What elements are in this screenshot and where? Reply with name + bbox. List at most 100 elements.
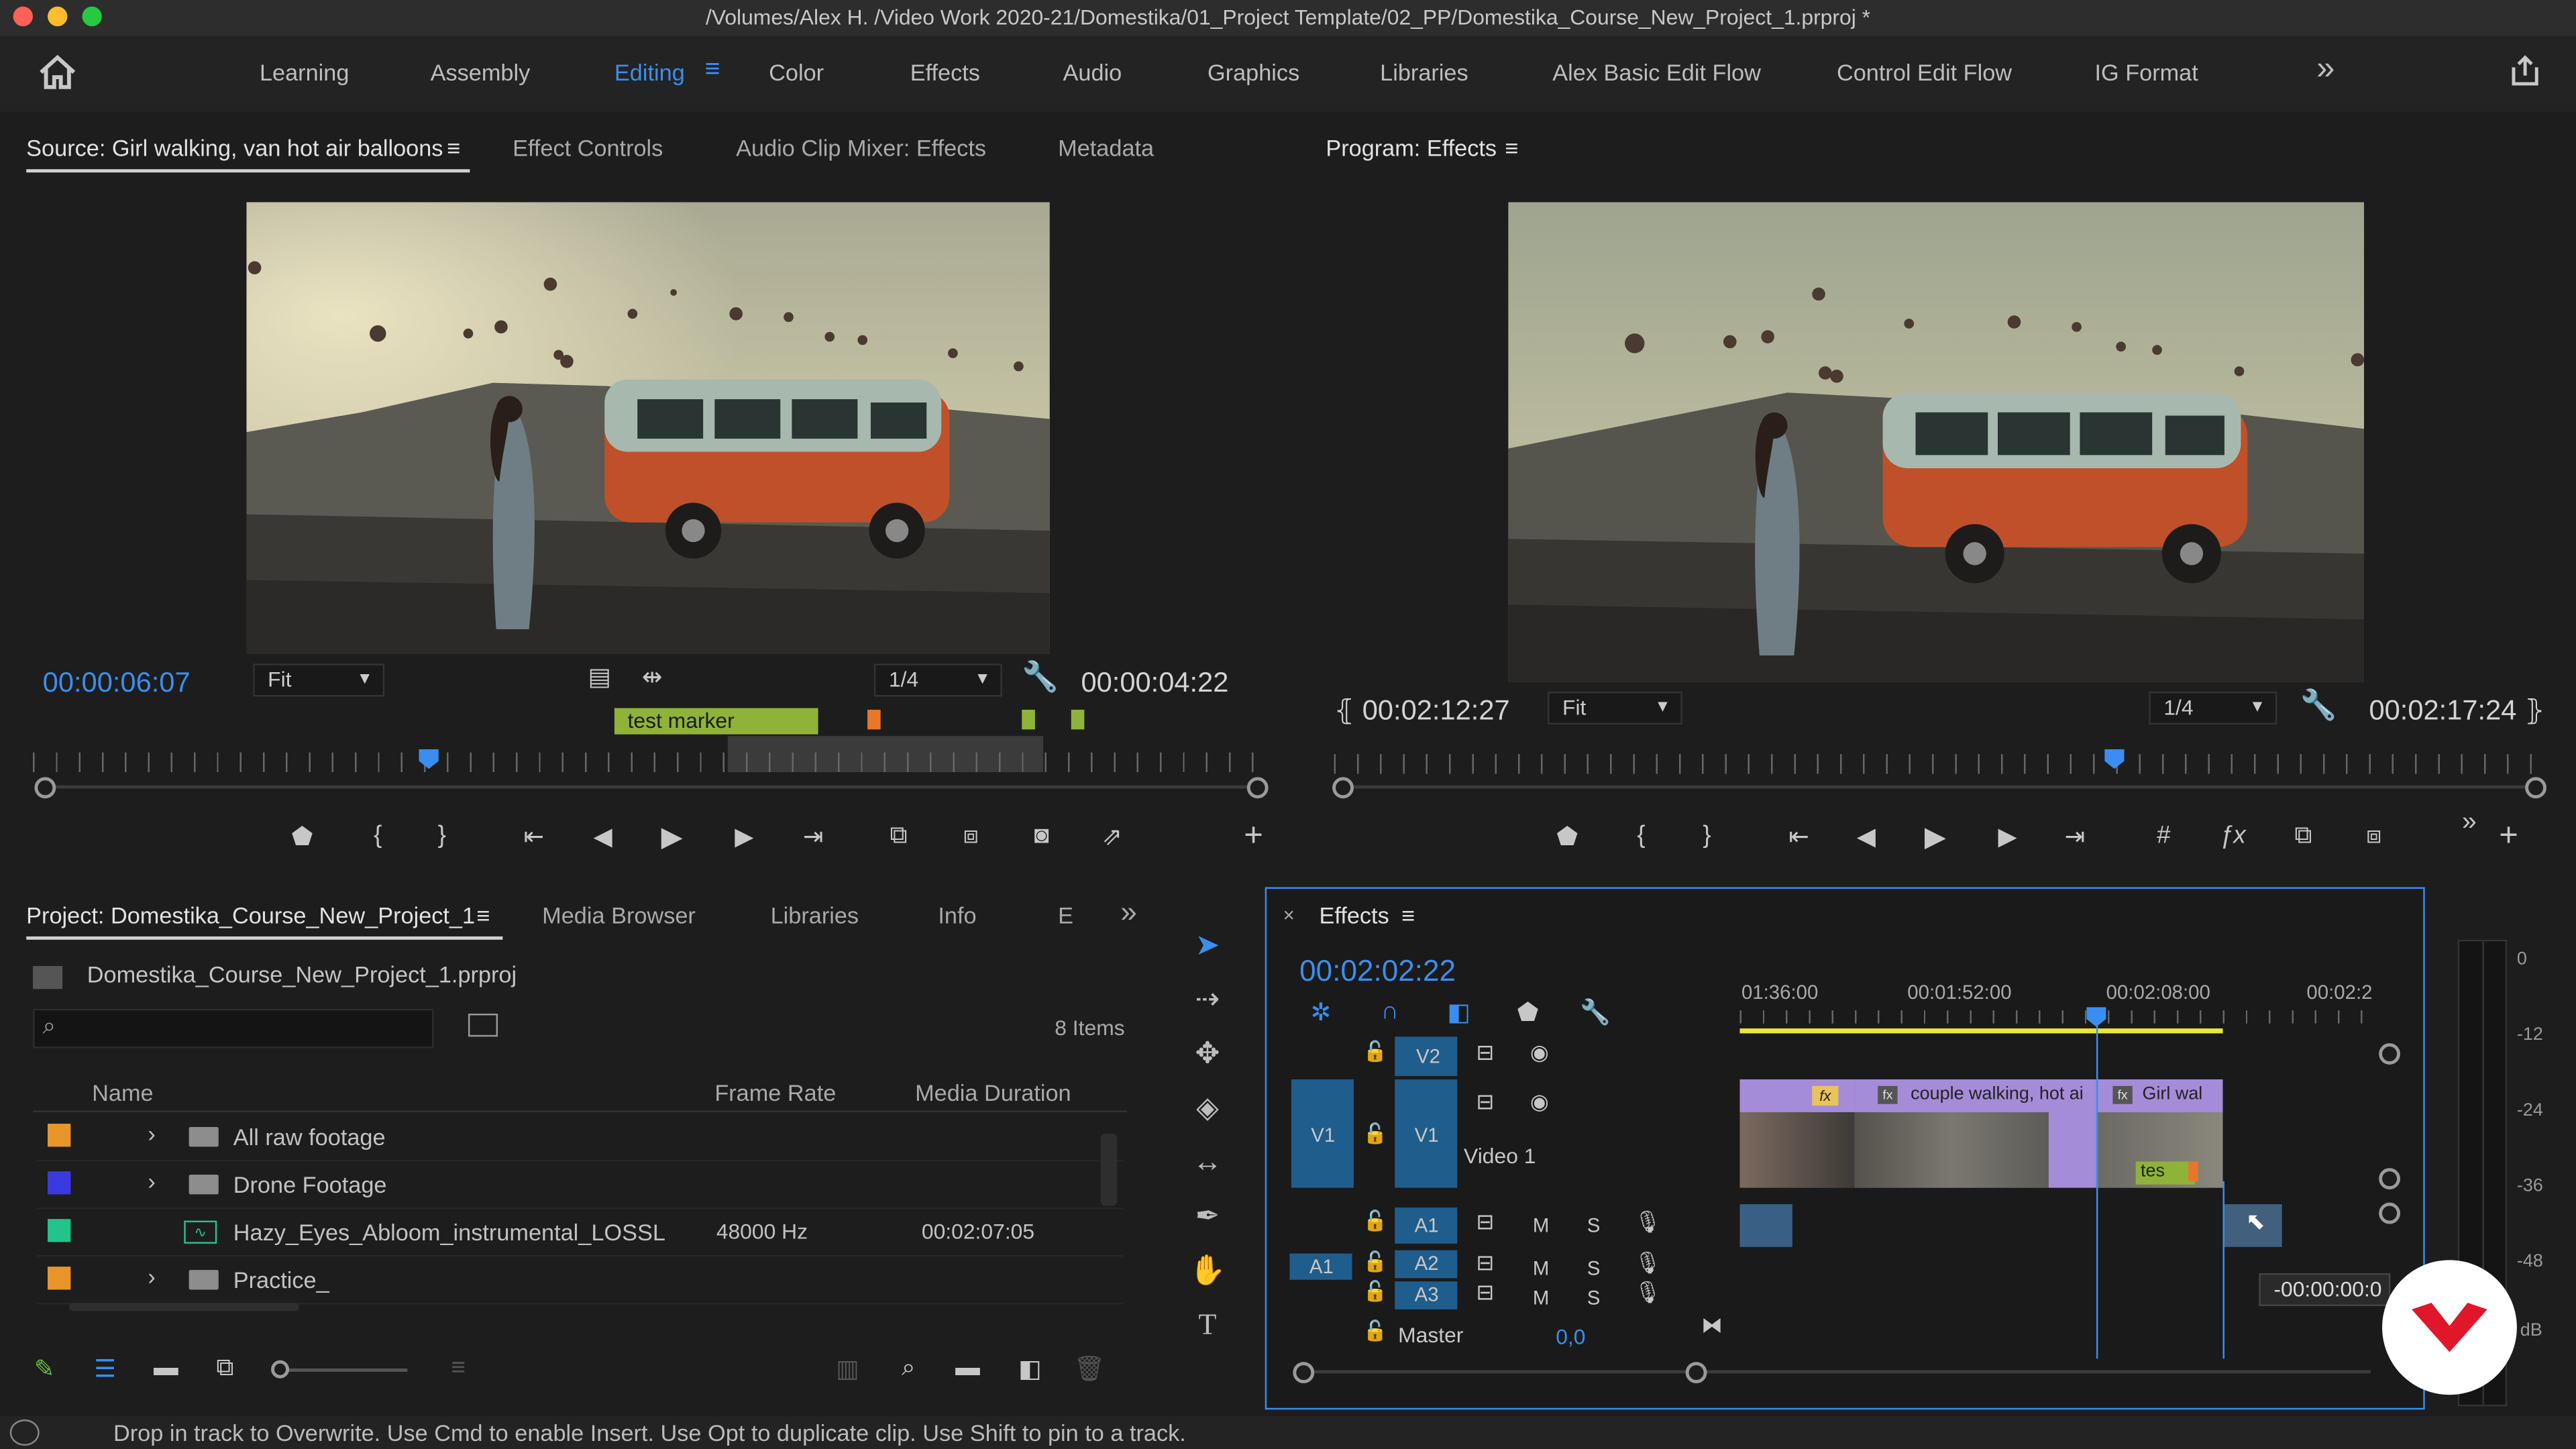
workspace-graphics[interactable]: Graphics [1208,59,1299,85]
solo-button[interactable]: S [1587,1287,1601,1309]
zoom-handle-right[interactable] [1246,777,1269,799]
test-marker[interactable]: test marker [614,708,818,735]
workspace-menu-icon[interactable]: ≡ [705,56,720,85]
automate-icon[interactable]: ▥ [830,1354,866,1383]
icon-view-icon[interactable]: ▬ [148,1354,184,1382]
a1-source-patch[interactable]: A1 [1289,1253,1352,1280]
microphone-icon[interactable]: 🎙 [1629,1250,1666,1277]
home-icon[interactable] [36,52,79,100]
scroll-handle[interactable] [2379,1168,2400,1190]
workspace-alex-basic-edit-flow[interactable]: Alex Basic Edit Flow [1552,59,1761,85]
lock-icon[interactable]: 🔓 [1357,1250,1393,1273]
source-timecode[interactable]: 00:00:06:07 [43,667,191,700]
tab-program[interactable]: Program: Effects [1326,135,1497,161]
microphone-icon[interactable]: 🎙 [1629,1209,1666,1235]
timeline-settings-icon[interactable]: 🔧 [1577,998,1613,1027]
zoom-handle-right[interactable] [1685,1362,1707,1384]
pencil-icon[interactable]: ✎ [26,1354,62,1383]
lock-icon[interactable]: 🔓 [1357,1040,1393,1063]
lock-icon[interactable]: 🔓 [1357,1280,1393,1303]
go-to-out-icon[interactable]: ⇥ [795,822,831,851]
add-button-icon[interactable]: + [1236,818,1272,856]
program-video-frame[interactable] [1508,202,2365,682]
tab-media-browser[interactable]: Media Browser [542,902,696,928]
mark-out-icon[interactable]: } [1689,822,1725,850]
green-marker[interactable] [1022,709,1035,730]
step-forward-icon[interactable]: ▶ [726,822,762,851]
a2-target[interactable]: A2 [1395,1250,1458,1279]
v1-source-patch[interactable]: V1 [1291,1079,1354,1188]
play-icon[interactable]: ▶ [1917,822,1953,855]
sync-lock-icon[interactable]: ⊟ [1467,1250,1503,1277]
go-to-in-icon[interactable]: ⇤ [1781,822,1817,851]
zoom-handle-left[interactable] [1332,777,1354,799]
add-marker-icon[interactable]: ⬟ [1549,822,1585,851]
timeline-menu-icon[interactable]: ≡ [1401,902,1415,928]
source-panel-menu-icon[interactable]: ≡ [447,135,460,161]
add-marker-icon[interactable]: ⬟ [284,822,321,851]
step-back-icon[interactable]: ◀ [585,822,621,851]
column-frame-rate[interactable]: Frame Rate [714,1079,836,1106]
zoom-handle-left[interactable] [34,777,56,799]
close-tab-icon[interactable]: × [1283,904,1295,926]
list-item[interactable]: › Drone Footage [36,1160,1124,1210]
project-panel-menu-icon[interactable]: ≡ [476,902,490,928]
solo-button[interactable]: S [1587,1214,1601,1237]
nest-icon[interactable]: ✲ [1303,998,1339,1027]
find-icon[interactable]: ⌕ [890,1354,926,1382]
solo-button[interactable]: S [1587,1256,1601,1279]
list-item[interactable]: › All raw footage [36,1112,1124,1162]
mute-button[interactable]: M [1533,1287,1549,1309]
video-clip[interactable]: fx couple walking, hot ai [1854,1079,2096,1188]
vertical-scrollbar[interactable] [1100,1133,1118,1206]
add-marker-icon[interactable]: ⬟ [1510,998,1546,1027]
list-item[interactable]: › Practice_ [36,1255,1124,1305]
filmstrip-icon[interactable]: ▤ [582,662,618,692]
column-media-duration[interactable]: Media Duration [915,1079,1071,1106]
workspace-ig-format[interactable]: IG Format [2094,59,2198,85]
zoom-handle-right[interactable] [2525,777,2546,799]
trash-icon[interactable]: 🗑 [1071,1354,1108,1383]
orange-marker[interactable] [2188,1161,2198,1181]
workspace-effects[interactable]: Effects [910,59,980,85]
fx-icon[interactable]: ƒx [2214,822,2251,850]
horizontal-scrollbar[interactable] [68,1303,299,1311]
ripple-edit-tool-icon[interactable]: ✥ [1186,1032,1229,1075]
a3-target[interactable]: A3 [1395,1281,1458,1309]
microphone-icon[interactable]: 🎙 [1629,1280,1666,1306]
extract-icon[interactable]: ⧈ [2356,822,2392,850]
go-to-end-icon[interactable]: ⧓ [1694,1313,1730,1339]
step-back-icon[interactable]: ◀ [1848,822,1884,851]
mark-out-icon[interactable]: } [424,822,460,850]
source-resolution-dropdown[interactable]: 1/4 ▼ [873,663,1002,697]
v2-target[interactable]: V2 [1395,1036,1458,1077]
add-button-icon[interactable]: + [2491,818,2527,856]
sync-lock-icon[interactable]: ⊟ [1467,1280,1503,1306]
tab-libraries[interactable]: Libraries [771,902,859,928]
zoom-handle-left[interactable] [1293,1362,1315,1384]
camera-icon[interactable]: ◙ [1024,822,1060,850]
list-item[interactable]: ∿ Hazy_Eyes_Abloom_instrumental_LOSSL 48… [36,1208,1124,1257]
overflow-icon[interactable]: » [1120,896,1137,930]
slip-tool-icon[interactable]: ↔ [1186,1140,1229,1183]
tab-metadata[interactable]: Metadata [1058,135,1154,161]
scroll-handle[interactable] [2379,1043,2400,1065]
status-icon[interactable] [9,1419,40,1446]
v1-target[interactable]: V1 [1395,1079,1458,1188]
source-time-ruler[interactable] [32,752,1262,773]
hand-tool-icon[interactable]: ✋ [1186,1248,1229,1291]
workspace-libraries[interactable]: Libraries [1380,59,1468,85]
export-frame-icon[interactable]: ⇗ [1094,822,1130,851]
workspace-assembly[interactable]: Assembly [431,59,531,85]
lock-icon[interactable]: 🔓 [1357,1320,1393,1342]
tab-info[interactable]: Info [938,902,976,928]
step-forward-icon[interactable]: ▶ [1990,822,2026,851]
insert-icon[interactable]: ⧉ [881,822,917,850]
selection-tool-icon[interactable]: ➤ [1186,923,1229,966]
video-clip[interactable]: fx Girl wal tes [2096,1079,2223,1188]
workspace-editing[interactable]: Editing [614,59,685,85]
drag-video-audio-icon[interactable]: ⇹ [634,662,670,692]
new-item-icon[interactable]: ◧ [1012,1354,1049,1383]
sync-lock-icon[interactable]: ⊟ [1467,1209,1503,1235]
mark-in-icon[interactable]: { [360,822,396,850]
